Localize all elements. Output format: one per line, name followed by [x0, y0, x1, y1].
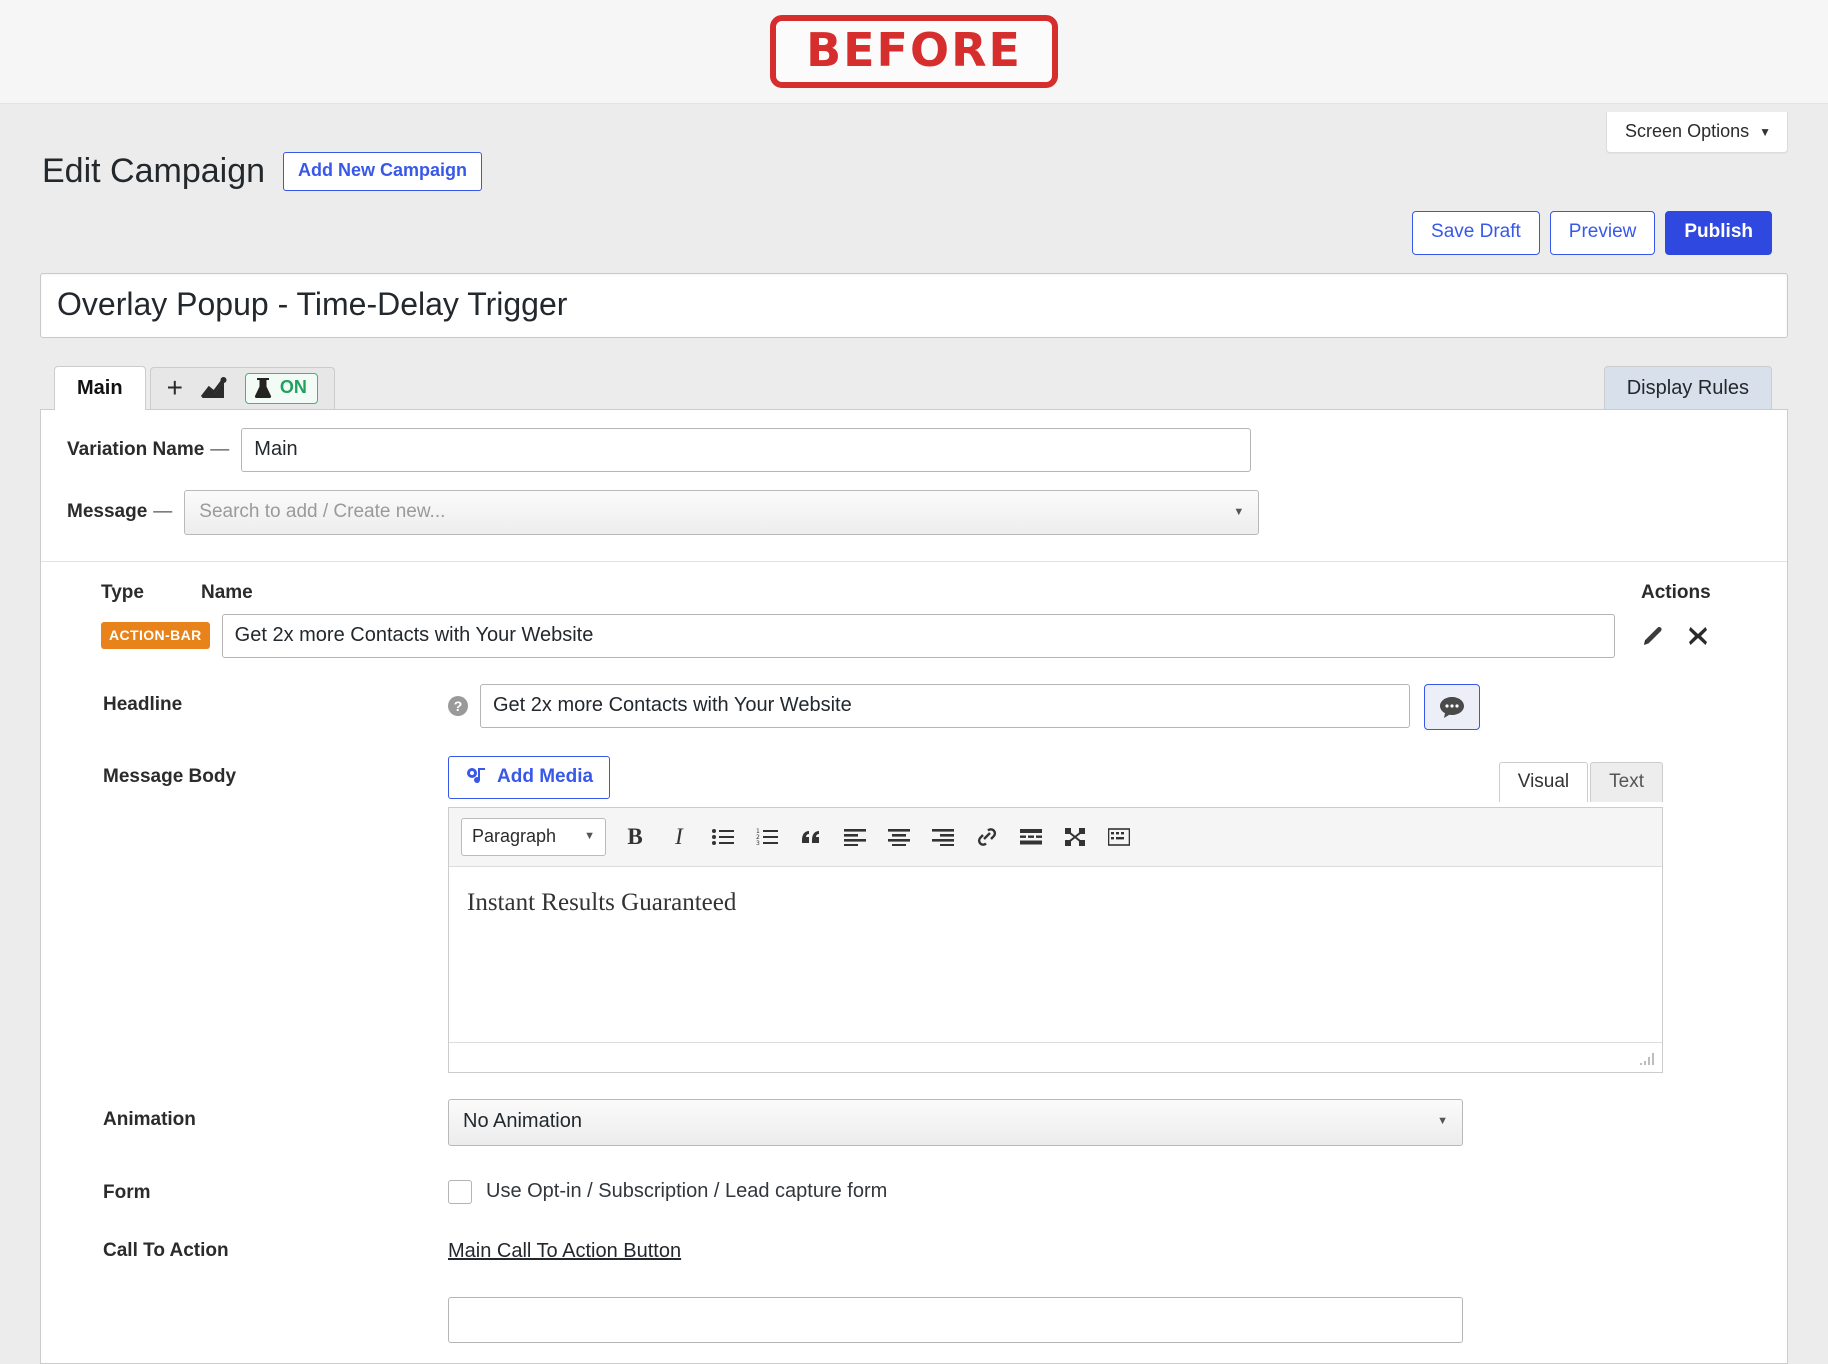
tab-right-group: Display Rules	[1603, 365, 1772, 410]
label-dash: —	[153, 501, 173, 523]
variation-panel: Variation Name— Message— Search to add /…	[40, 408, 1788, 1364]
row-actions	[1641, 624, 1761, 648]
tab-visual[interactable]: Visual	[1498, 761, 1589, 802]
tab-text[interactable]: Text	[1590, 761, 1663, 802]
cta-text-input[interactable]	[448, 1296, 1463, 1343]
chevron-down-icon: ▼	[1759, 124, 1771, 139]
bulleted-list-icon[interactable]	[708, 822, 738, 852]
form-label: Form	[103, 1181, 151, 1203]
animation-select-value: No Animation	[463, 1109, 582, 1132]
label-dash: —	[210, 438, 230, 460]
svg-text:3: 3	[756, 840, 760, 846]
editor-mode-tabs: Visual Text	[1498, 761, 1663, 802]
tab-main[interactable]: Main	[54, 365, 146, 410]
message-select[interactable]: Search to add / Create new... ▼	[184, 489, 1260, 535]
chevron-down-icon: ▼	[584, 830, 595, 843]
keyboard-toolbar-toggle-icon[interactable]	[1104, 822, 1134, 852]
align-left-icon[interactable]	[840, 822, 870, 852]
help-icon[interactable]: ?	[448, 695, 468, 716]
before-stamp-banner: BEFORE	[0, 0, 1828, 104]
ab-test-toggle[interactable]: ON	[244, 372, 318, 404]
paragraph-format-select[interactable]: Paragraph ▼	[461, 817, 606, 856]
message-name-input[interactable]	[221, 613, 1615, 658]
add-media-button[interactable]: Add Media	[448, 755, 611, 799]
main-cta-button-link[interactable]: Main Call To Action Button	[448, 1230, 681, 1263]
bold-icon[interactable]: B	[620, 822, 650, 852]
message-body-label: Message Body	[103, 765, 237, 787]
delete-close-icon[interactable]	[1687, 625, 1709, 647]
align-center-icon[interactable]	[884, 822, 914, 852]
campaign-title-input[interactable]	[40, 272, 1788, 338]
page-heading-row: Edit Campaign Add New Campaign	[40, 104, 1788, 191]
insert-read-more-icon[interactable]	[1016, 822, 1046, 852]
column-header-name: Name	[201, 581, 253, 603]
editor-wrap: Add Media Visual Text Paragraph ▼ B I 1 …	[448, 755, 1663, 1073]
blockquote-icon[interactable]	[796, 822, 826, 852]
page-title: Edit Campaign	[42, 151, 266, 190]
message-select-placeholder: Search to add / Create new...	[199, 500, 446, 522]
publish-button[interactable]: Publish	[1665, 210, 1772, 255]
chevron-down-icon: ▼	[1233, 505, 1245, 518]
add-new-campaign-button[interactable]: Add New Campaign	[283, 152, 483, 191]
fullscreen-icon[interactable]	[1060, 822, 1090, 852]
numbered-list-icon[interactable]: 1 2 3	[752, 822, 782, 852]
italic-icon[interactable]: I	[664, 822, 694, 852]
tab-display-rules[interactable]: Display Rules	[1603, 365, 1772, 410]
cta-link-group: Main Call To Action Button	[448, 1230, 1463, 1343]
optin-checkbox[interactable]	[448, 1179, 472, 1204]
message-label: Message —	[67, 501, 173, 523]
editor-content[interactable]: Instant Results Guaranteed	[449, 867, 1662, 1042]
column-header-type: Type	[101, 581, 144, 603]
screen-options-button[interactable]: Screen Options ▼	[1606, 112, 1788, 153]
campaign-actions: Save Draft Preview Publish	[40, 210, 1788, 255]
variation-name-label: Variation Name —	[67, 438, 230, 460]
media-icon	[465, 767, 487, 787]
optin-checkbox-group: Use Opt-in / Subscription / Lead capture…	[448, 1172, 887, 1204]
analytics-chart-icon[interactable]	[200, 377, 227, 399]
message-table-header: Type Name Actions	[41, 562, 1787, 604]
admin-page: Screen Options ▼ Edit Campaign Add New C…	[0, 104, 1828, 1364]
animation-row: Animation No Animation ▼	[41, 1073, 1787, 1146]
flask-icon	[254, 377, 272, 399]
headline-row: Headline ?	[41, 658, 1787, 730]
variation-name-row: Variation Name —	[41, 410, 1787, 472]
headline-label: Headline	[103, 693, 183, 715]
variation-tab-strip: Main + ON Display Rules	[40, 365, 1788, 410]
message-body-row: Message Body Add Media Visual Text Parag…	[41, 730, 1787, 1073]
animation-label: Animation	[103, 1108, 196, 1130]
comment-bubble-icon[interactable]	[1424, 683, 1480, 730]
resize-handle-icon[interactable]	[1640, 1051, 1658, 1069]
status-badge: ACTION-BAR	[101, 622, 210, 650]
cta-label: Call To Action	[103, 1239, 229, 1261]
form-row: Form Use Opt-in / Subscription / Lead ca…	[41, 1146, 1787, 1204]
rich-text-editor: Paragraph ▼ B I 1 2 3 Instant Results Gu…	[448, 806, 1663, 1073]
before-stamp: BEFORE	[770, 15, 1058, 88]
edit-pencil-icon[interactable]	[1641, 624, 1665, 648]
add-variation-icon[interactable]: +	[167, 374, 183, 402]
align-right-icon[interactable]	[928, 822, 958, 852]
add-media-label: Add Media	[497, 765, 594, 787]
variation-name-input[interactable]	[241, 427, 1252, 472]
screen-options-label: Screen Options	[1625, 121, 1750, 141]
animation-select[interactable]: No Animation ▼	[448, 1098, 1463, 1146]
paragraph-format-value: Paragraph	[472, 825, 557, 846]
message-row: Message — Search to add / Create new... ▼	[41, 472, 1787, 535]
chevron-down-icon: ▼	[1437, 1115, 1448, 1128]
ab-test-state: ON	[279, 377, 307, 398]
link-icon[interactable]	[972, 822, 1002, 852]
editor-toolbar: Paragraph ▼ B I 1 2 3	[449, 807, 1662, 867]
column-header-actions: Actions	[1641, 581, 1711, 603]
save-draft-button[interactable]: Save Draft	[1412, 210, 1540, 255]
headline-input[interactable]	[480, 683, 1410, 728]
tab-tools-group: + ON	[149, 366, 335, 410]
cta-row: Call To Action Main Call To Action Butto…	[41, 1204, 1787, 1343]
table-row: ACTION-BAR	[41, 604, 1787, 658]
editor-footer	[449, 1041, 1662, 1072]
preview-button[interactable]: Preview	[1549, 210, 1656, 255]
